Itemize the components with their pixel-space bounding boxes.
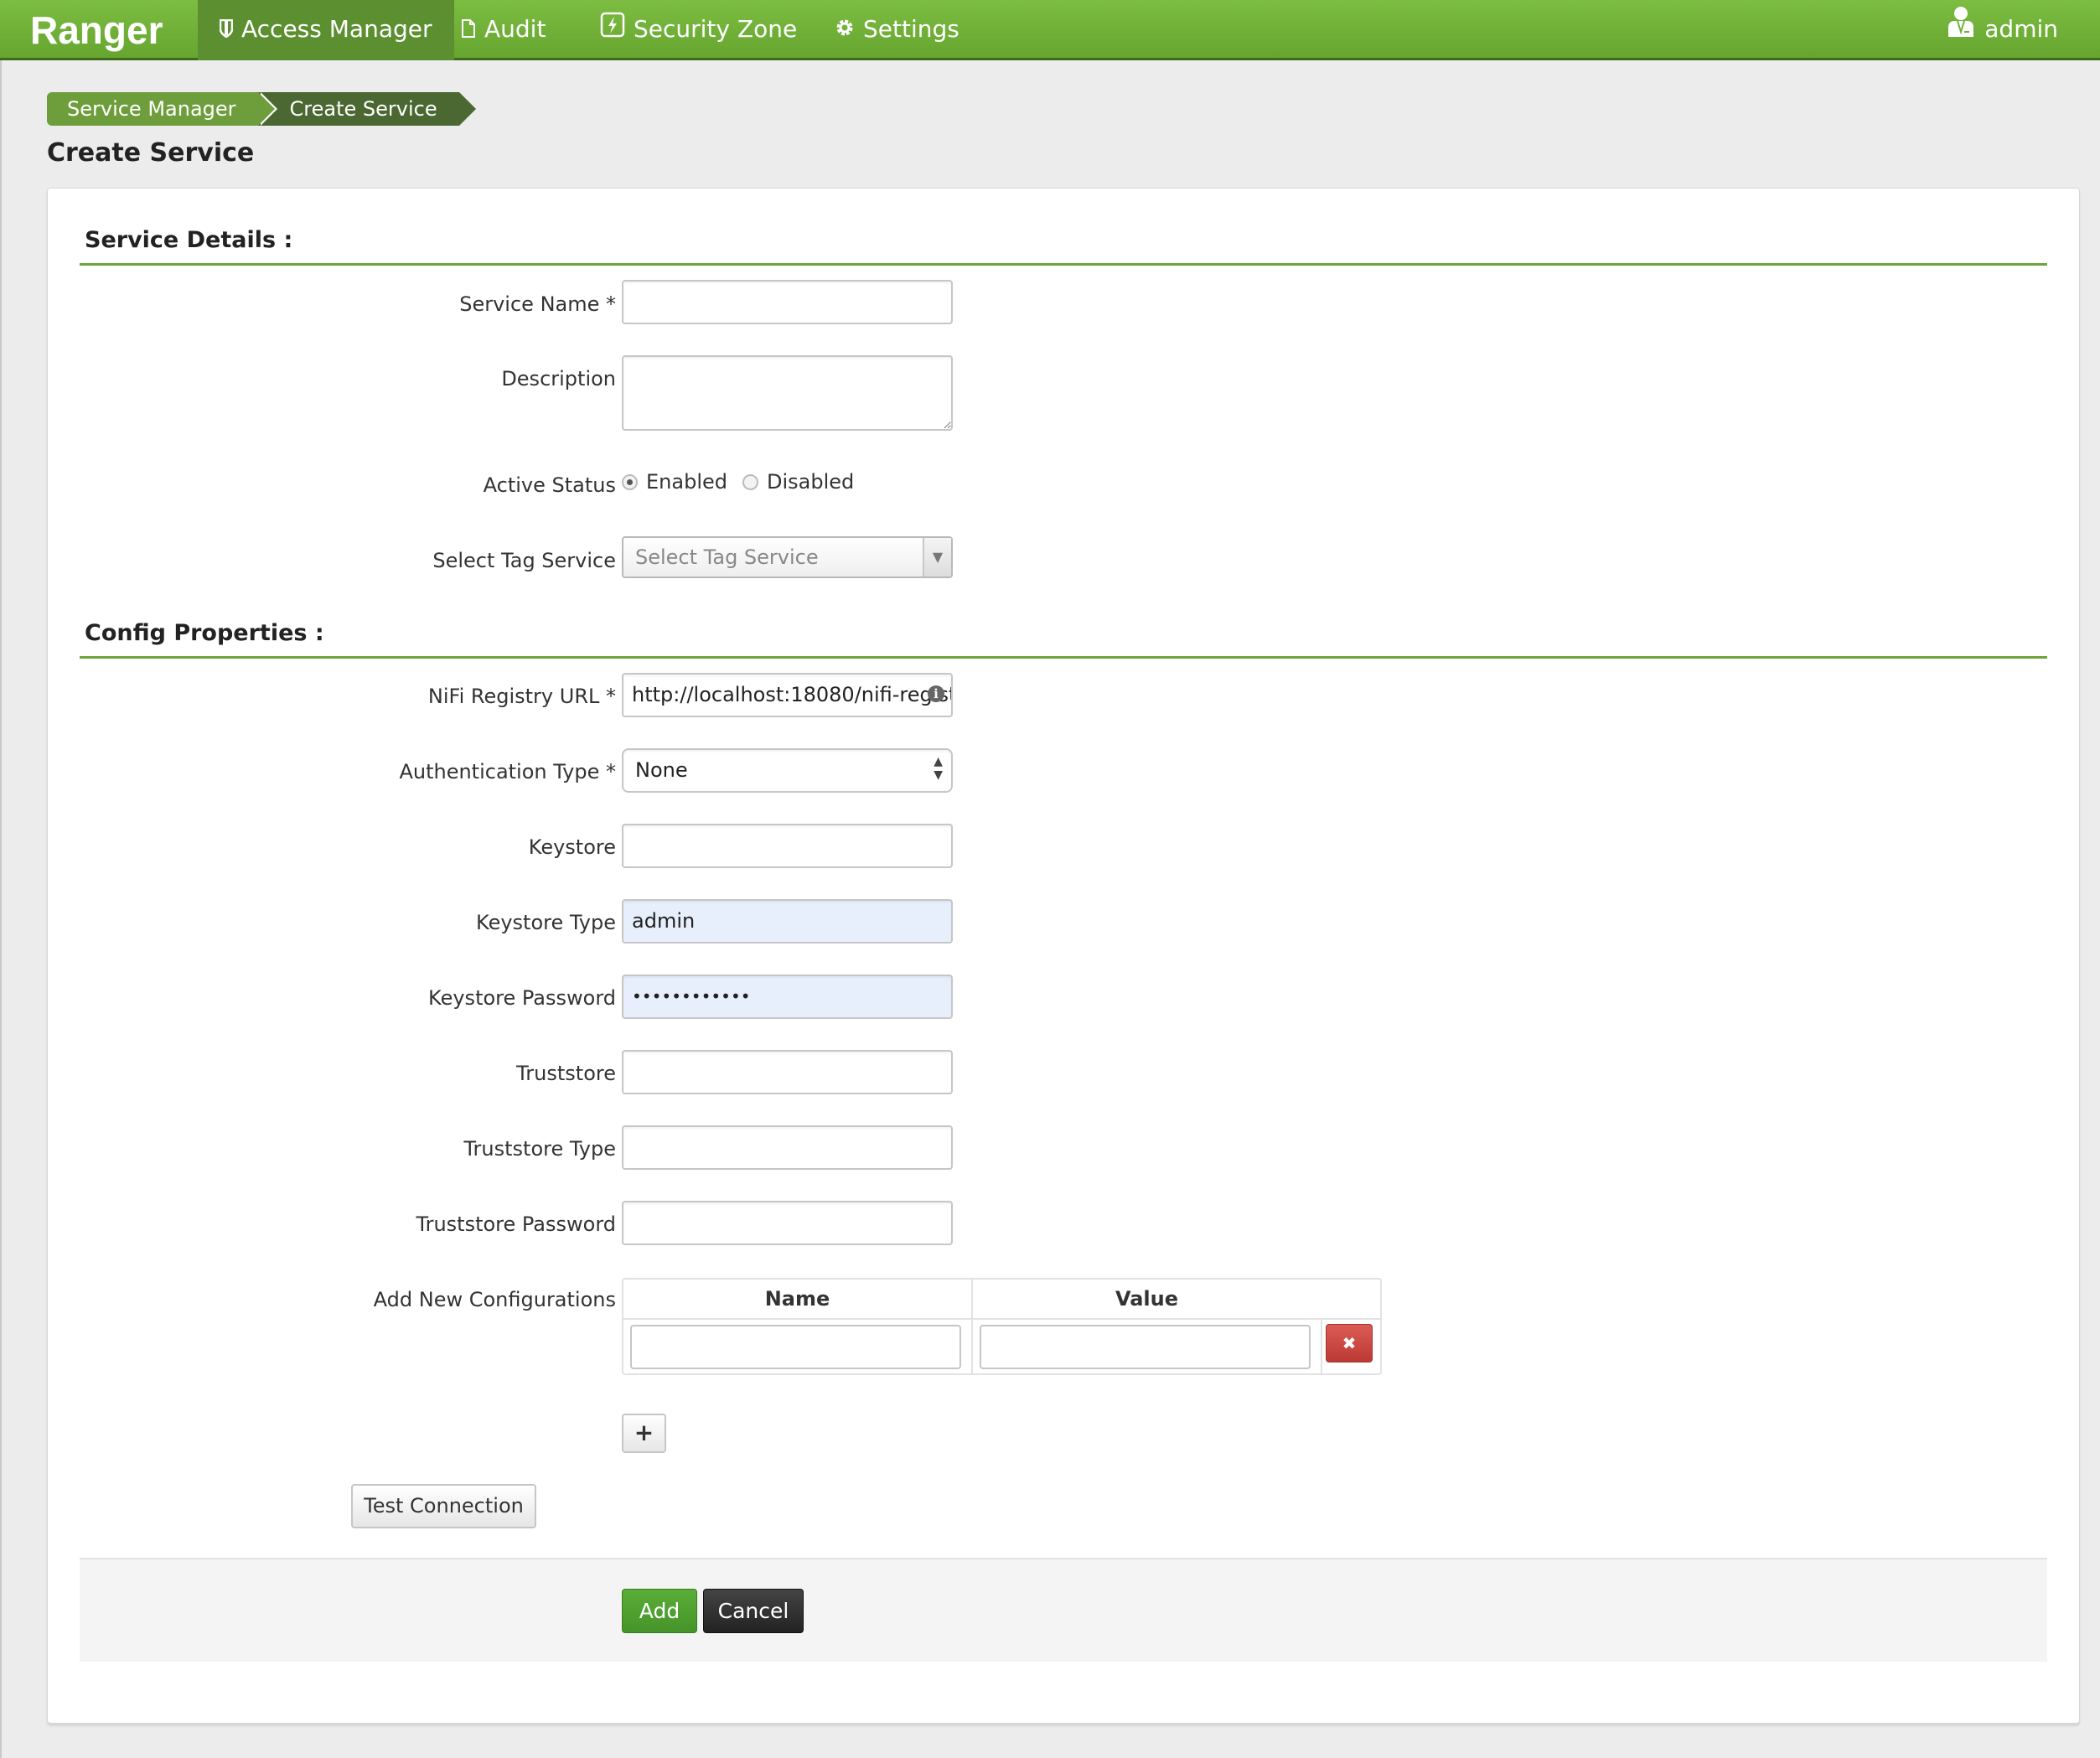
radio-disabled[interactable] <box>742 473 758 490</box>
truststore-label: Truststore <box>516 1062 616 1085</box>
tag-service-select[interactable]: Select Tag Service ▼ <box>622 536 953 578</box>
column-divider <box>971 1280 973 1373</box>
section-title-service-details: Service Details : <box>85 227 293 253</box>
tag-service-placeholder: Select Tag Service <box>635 545 819 569</box>
form-actions: Add Cancel <box>80 1558 2047 1662</box>
gear-icon <box>835 1 855 59</box>
section-title-config-properties: Config Properties : <box>85 620 324 646</box>
nav-label: Security Zone <box>634 15 798 43</box>
service-name-input[interactable] <box>622 280 953 324</box>
new-configs-table: Name Value ✖ <box>622 1278 1382 1375</box>
keystore-type-label: Keystore Type <box>476 911 616 934</box>
breadcrumb-service-manager[interactable]: Service Manager <box>47 92 277 126</box>
nav-label: Settings <box>863 15 959 43</box>
keystore-type-input[interactable]: admin <box>622 899 953 944</box>
page-title: Create Service <box>47 138 255 168</box>
add-button[interactable]: Add <box>622 1589 697 1633</box>
row-divider <box>623 1318 1380 1320</box>
keystore-password-input[interactable]: •••••••••••• <box>622 975 953 1019</box>
config-name-input[interactable] <box>630 1325 961 1369</box>
breadcrumb-create-service: Create Service <box>257 92 476 126</box>
delete-config-button[interactable]: ✖ <box>1326 1324 1373 1362</box>
description-label: Description <box>501 367 616 390</box>
select-arrows-icon: ▲ ▼ <box>934 755 943 782</box>
nifi-url-input[interactable]: http://localhost:18080/nifi-regist i <box>622 673 953 717</box>
truststore-password-label: Truststore Password <box>416 1213 616 1236</box>
new-configs-label: Add New Configurations <box>373 1288 616 1311</box>
auth-type-select[interactable]: None ▲ ▼ <box>622 748 953 793</box>
plus-icon: + <box>634 1419 654 1446</box>
column-divider <box>1321 1318 1322 1373</box>
nav-label: Access Manager <box>241 15 432 43</box>
username: admin <box>1984 15 2058 43</box>
keystore-input[interactable] <box>622 824 953 868</box>
create-service-form: Service Details : Service Name * Descrip… <box>47 188 2080 1724</box>
column-header-name: Name <box>764 1287 830 1311</box>
nav-label: Audit <box>484 15 546 43</box>
radio-enabled-label[interactable]: Enabled <box>646 470 727 494</box>
nifi-url-value: http://localhost:18080/nifi-regist <box>632 683 953 706</box>
truststore-input[interactable] <box>622 1050 953 1094</box>
nav-security-zone[interactable]: Security Zone <box>578 0 819 60</box>
breadcrumb: Service Manager Create Service <box>47 92 476 126</box>
radio-enabled[interactable] <box>622 473 638 490</box>
nav-audit[interactable]: Audit <box>439 0 567 60</box>
shield-icon <box>219 1 234 59</box>
chevron-down-icon: ▼ <box>923 538 951 577</box>
user-icon <box>1947 1 1974 59</box>
section-divider <box>80 656 2047 659</box>
section-divider <box>80 263 2047 266</box>
user-menu[interactable]: admin <box>1947 0 2058 60</box>
brand-logo[interactable]: Ranger <box>30 5 163 55</box>
auth-type-value: None <box>635 758 688 782</box>
service-name-label: Service Name * <box>459 292 616 316</box>
truststore-type-label: Truststore Type <box>463 1137 616 1161</box>
truststore-type-input[interactable] <box>622 1125 953 1170</box>
top-navbar: Ranger Access Manager Audit Security Zon… <box>0 0 2100 60</box>
file-icon <box>461 1 476 59</box>
cancel-button[interactable]: Cancel <box>703 1589 804 1633</box>
config-value-input[interactable] <box>980 1325 1311 1369</box>
nav-settings[interactable]: Settings <box>813 0 981 60</box>
keystore-label: Keystore <box>528 835 616 859</box>
keystore-password-label: Keystore Password <box>428 986 616 1010</box>
radio-disabled-label[interactable]: Disabled <box>767 470 854 494</box>
info-icon[interactable]: i <box>928 685 944 702</box>
nifi-url-label: NiFi Registry URL * <box>427 685 616 708</box>
description-textarea[interactable] <box>622 355 953 431</box>
window-edge <box>0 60 2 1758</box>
active-status-label: Active Status <box>483 473 616 497</box>
truststore-password-input[interactable] <box>622 1201 953 1245</box>
active-status-radio-group: Enabled Disabled <box>622 470 854 494</box>
column-header-value: Value <box>1115 1287 1179 1311</box>
close-icon: ✖ <box>1342 1333 1357 1353</box>
nav-access-manager[interactable]: Access Manager <box>198 0 454 60</box>
add-config-button[interactable]: + <box>622 1414 666 1453</box>
tag-service-label: Select Tag Service <box>432 549 616 572</box>
test-connection-button[interactable]: Test Connection <box>351 1484 536 1528</box>
auth-type-label: Authentication Type * <box>399 760 616 783</box>
lightning-icon <box>600 1 625 59</box>
